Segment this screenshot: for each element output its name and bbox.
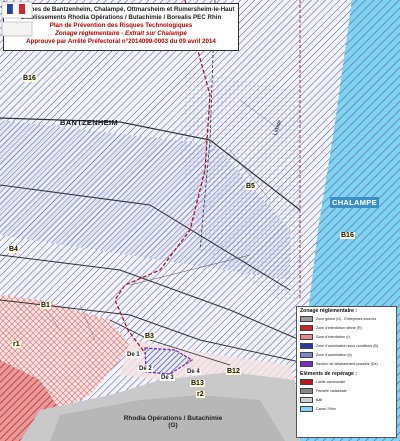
- zone-label-b3: B3: [144, 333, 155, 340]
- flag-red-icon: [19, 4, 25, 14]
- title-line-1: Communes de Bantzenheim, Chalampé, Ottma…: [7, 6, 235, 13]
- title-line-3: Plan de Prévention des Risques Technolog…: [49, 22, 193, 29]
- legend-reperage-items: Limite communale Parcelle cadastrale Bâti C…: [297, 377, 396, 413]
- legend-row: Bâti: [297, 395, 396, 404]
- legend-swatch: [300, 396, 313, 403]
- place-chalampe: CHALAMPE: [330, 197, 379, 208]
- legend-swatch: [300, 333, 313, 340]
- title-line-2: Etablissements Rhodia Opérations / Butac…: [20, 14, 222, 21]
- legend-label: Zone d'interdiction stricte (R): [316, 325, 362, 330]
- legend-label: Zone d'interdiction (r): [316, 334, 350, 339]
- plant-name: Rhodia Opérations / Butachimie: [123, 415, 223, 422]
- legend-row: Zone d'interdiction (r): [297, 332, 396, 341]
- legend-swatch: [300, 405, 313, 412]
- zone-label-b12: B12: [226, 368, 241, 375]
- zone-label-de2: De 2: [138, 366, 153, 372]
- zone-label-b1: B1: [40, 302, 51, 309]
- legend-zonage-title: Zonage réglementaire :: [300, 308, 358, 314]
- legend-row: Canal / Rhin: [297, 404, 396, 413]
- legend-swatch: [300, 342, 313, 349]
- logos: [1, 1, 33, 37]
- legend-row: Zone d'autorisation sous conditions (B): [297, 341, 396, 350]
- zone-label-de1: De 1: [126, 352, 141, 358]
- title-block: Communes de Bantzenheim, Chalampé, Ottma…: [3, 3, 239, 51]
- place-bantzenheim: BANTZENHEIM: [60, 118, 118, 127]
- legend-swatch: [300, 360, 313, 367]
- flag-blue-icon: [7, 4, 13, 14]
- zone-label-de3: De 3: [160, 375, 175, 381]
- legend-row: Secteur de délaissement possible (De): [297, 359, 396, 368]
- map[interactable]: Communes de Bantzenheim, Chalampé, Ottma…: [0, 0, 400, 441]
- legend-row: Zone grisée (G) - Entreprises sources: [297, 314, 396, 323]
- legend-zonage-items: Zone grisée (G) - Entreprises sources Zon…: [297, 314, 396, 368]
- zone-label-b16-top: B16: [22, 75, 37, 82]
- zone-label-r2: r2: [196, 391, 205, 398]
- zone-label-de4: De 4: [186, 369, 201, 375]
- legend-label: Parcelle cadastrale: [316, 388, 347, 393]
- legend-swatch: [300, 315, 313, 322]
- legend: Zonage réglementaire : Zone grisée (G) -…: [296, 306, 397, 438]
- legend-label: Canal / Rhin: [316, 406, 336, 411]
- legend-row: Limite communale: [297, 377, 396, 386]
- zone-label-b4: B4: [8, 246, 19, 253]
- legend-label: Zone grisée (G) - Entreprises sources: [316, 316, 377, 321]
- legend-row: Zone d'autorisation (b): [297, 350, 396, 359]
- plant-label: Rhodia Opérations / Butachimie (G): [118, 415, 228, 429]
- legend-label: Limite communale: [316, 379, 346, 384]
- legend-label: Zone d'autorisation (b): [316, 352, 352, 357]
- legend-label: Secteur de délaissement possible (De): [316, 361, 378, 366]
- title-line-5: Approuvé par Arrêté Préfectoral n°201409…: [26, 38, 216, 45]
- zone-label-b13: B13: [190, 380, 205, 387]
- zone-label-r1: r1: [12, 341, 21, 348]
- legend-row: Parcelle cadastrale: [297, 386, 396, 395]
- title-line-4: Zonage réglementaire - Extrait sur Chala…: [55, 30, 187, 37]
- legend-label: Bâti: [316, 397, 323, 402]
- plant-zone: (G): [168, 422, 178, 429]
- zone-label-b16-right: B16: [340, 232, 355, 239]
- legend-reperage-title: Eléments de repérage :: [300, 371, 358, 377]
- legend-swatch: [300, 324, 313, 331]
- legend-swatch: [300, 378, 313, 385]
- zone-label-b5: B5: [245, 183, 256, 190]
- legend-row: Zone d'interdiction stricte (R): [297, 323, 396, 332]
- legend-label: Zone d'autorisation sous conditions (B): [316, 343, 379, 348]
- legend-swatch: [300, 351, 313, 358]
- legend-swatch: [300, 387, 313, 394]
